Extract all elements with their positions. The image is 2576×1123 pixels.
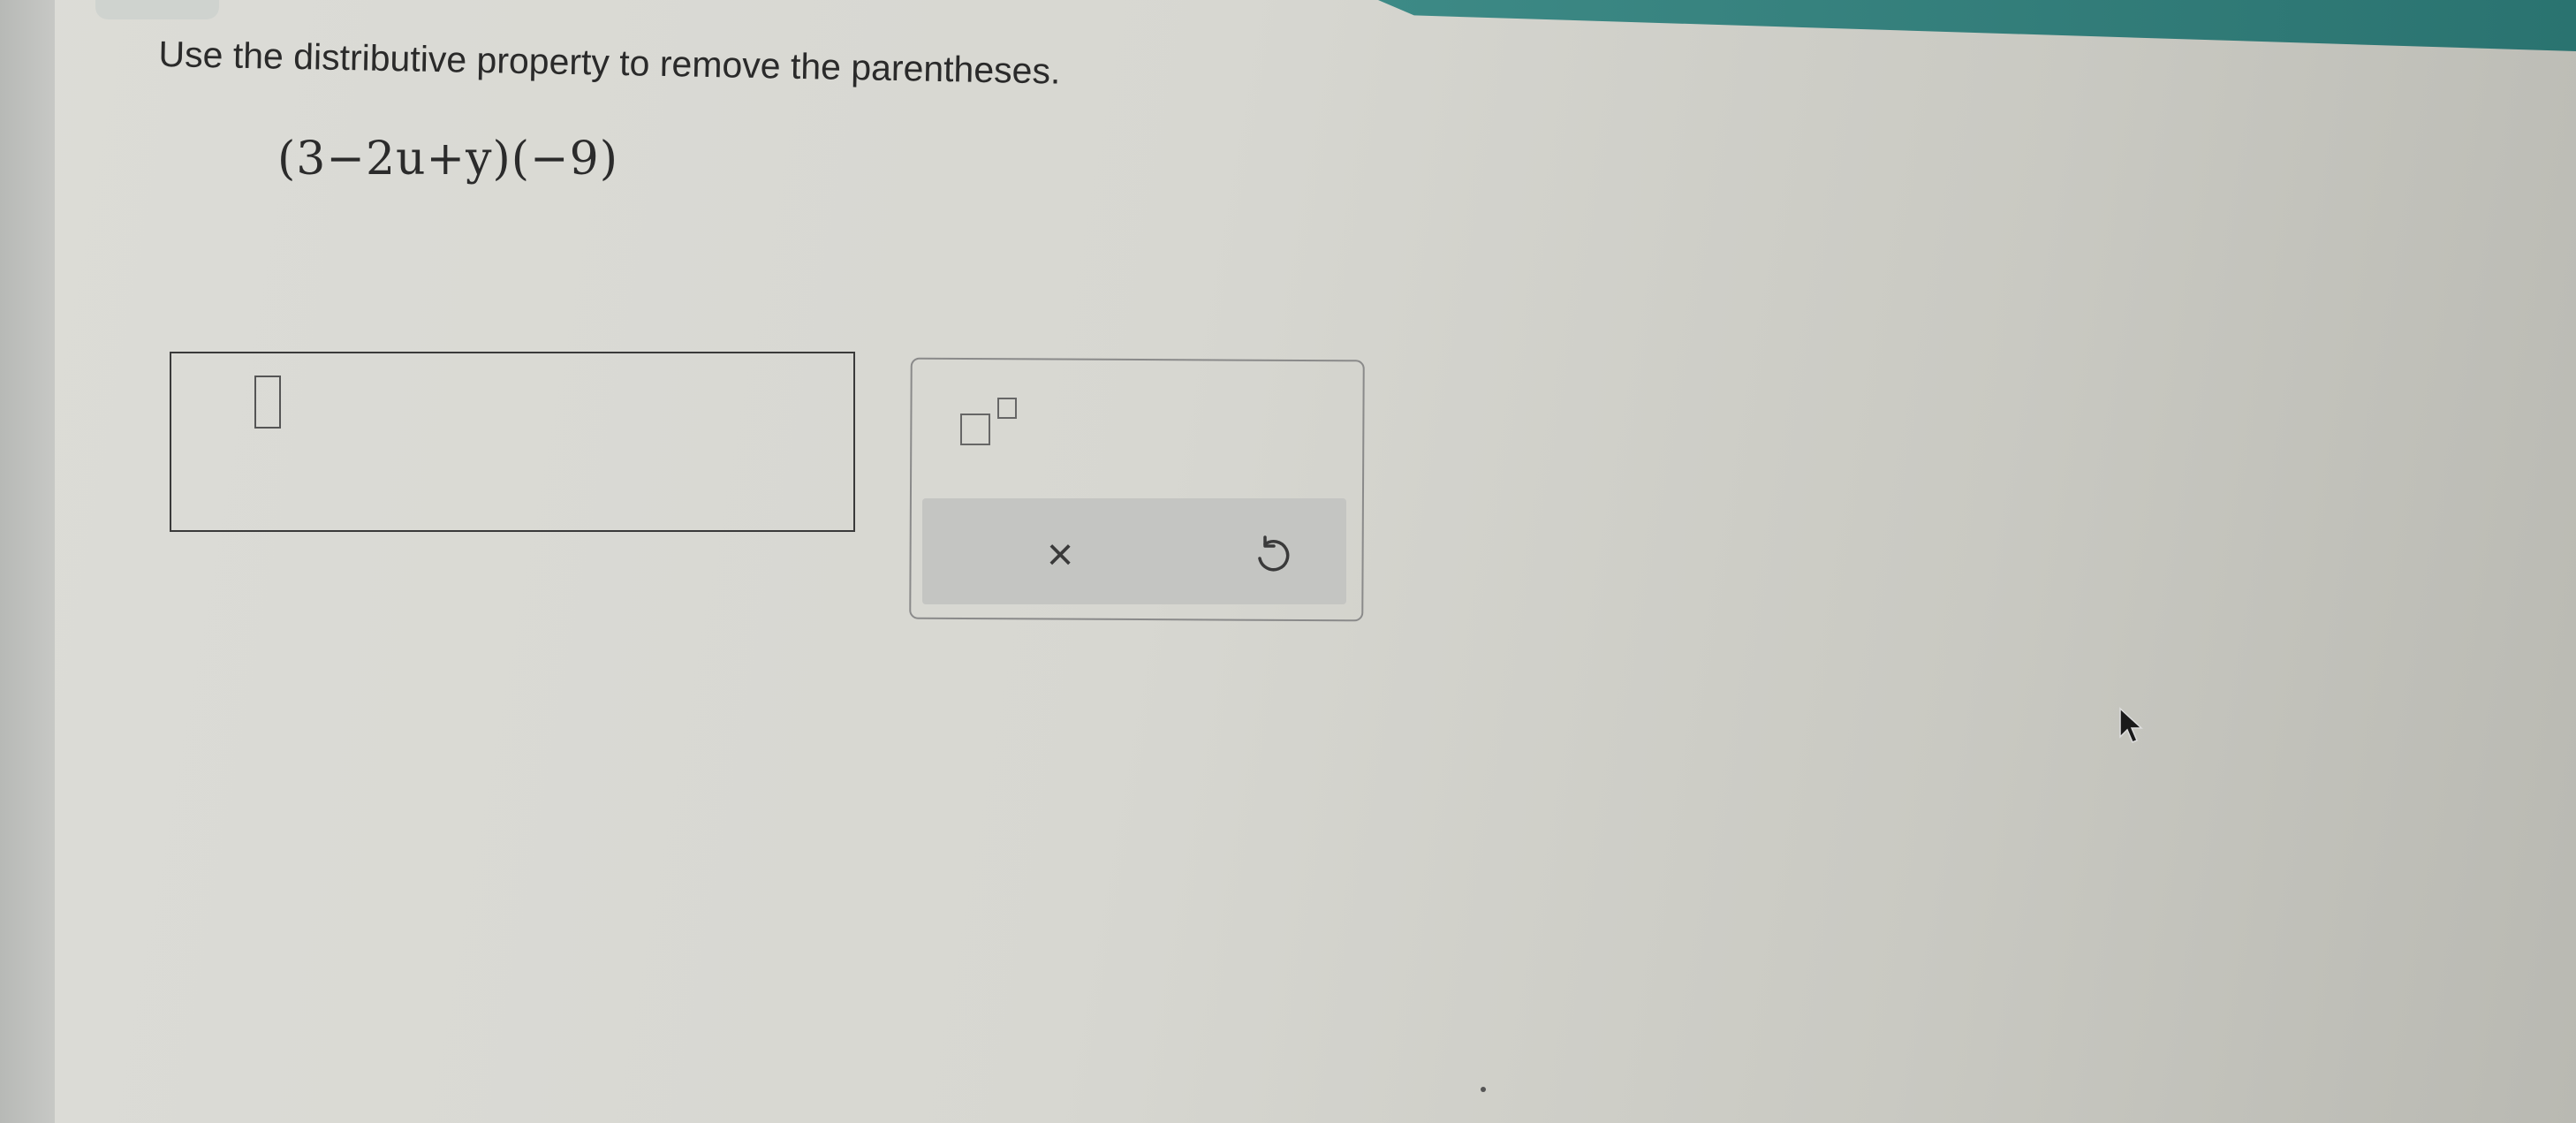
- question-expression: (3−2u+y)(−9): [277, 133, 618, 186]
- question-instruction: Use the distributive property to remove …: [158, 34, 1061, 92]
- close-icon[interactable]: ×: [1034, 528, 1087, 581]
- mouse-pointer-icon: [2118, 707, 2145, 751]
- exponent-power-slot: [997, 398, 1017, 419]
- exponent-base-slot: [960, 414, 990, 445]
- screen-speck: [1481, 1087, 1486, 1092]
- screen-bezel-left: [0, 0, 55, 1123]
- input-placeholder-slot[interactable]: [254, 376, 281, 429]
- undo-icon[interactable]: [1246, 528, 1299, 581]
- superscript-template-icon[interactable]: [960, 398, 1022, 451]
